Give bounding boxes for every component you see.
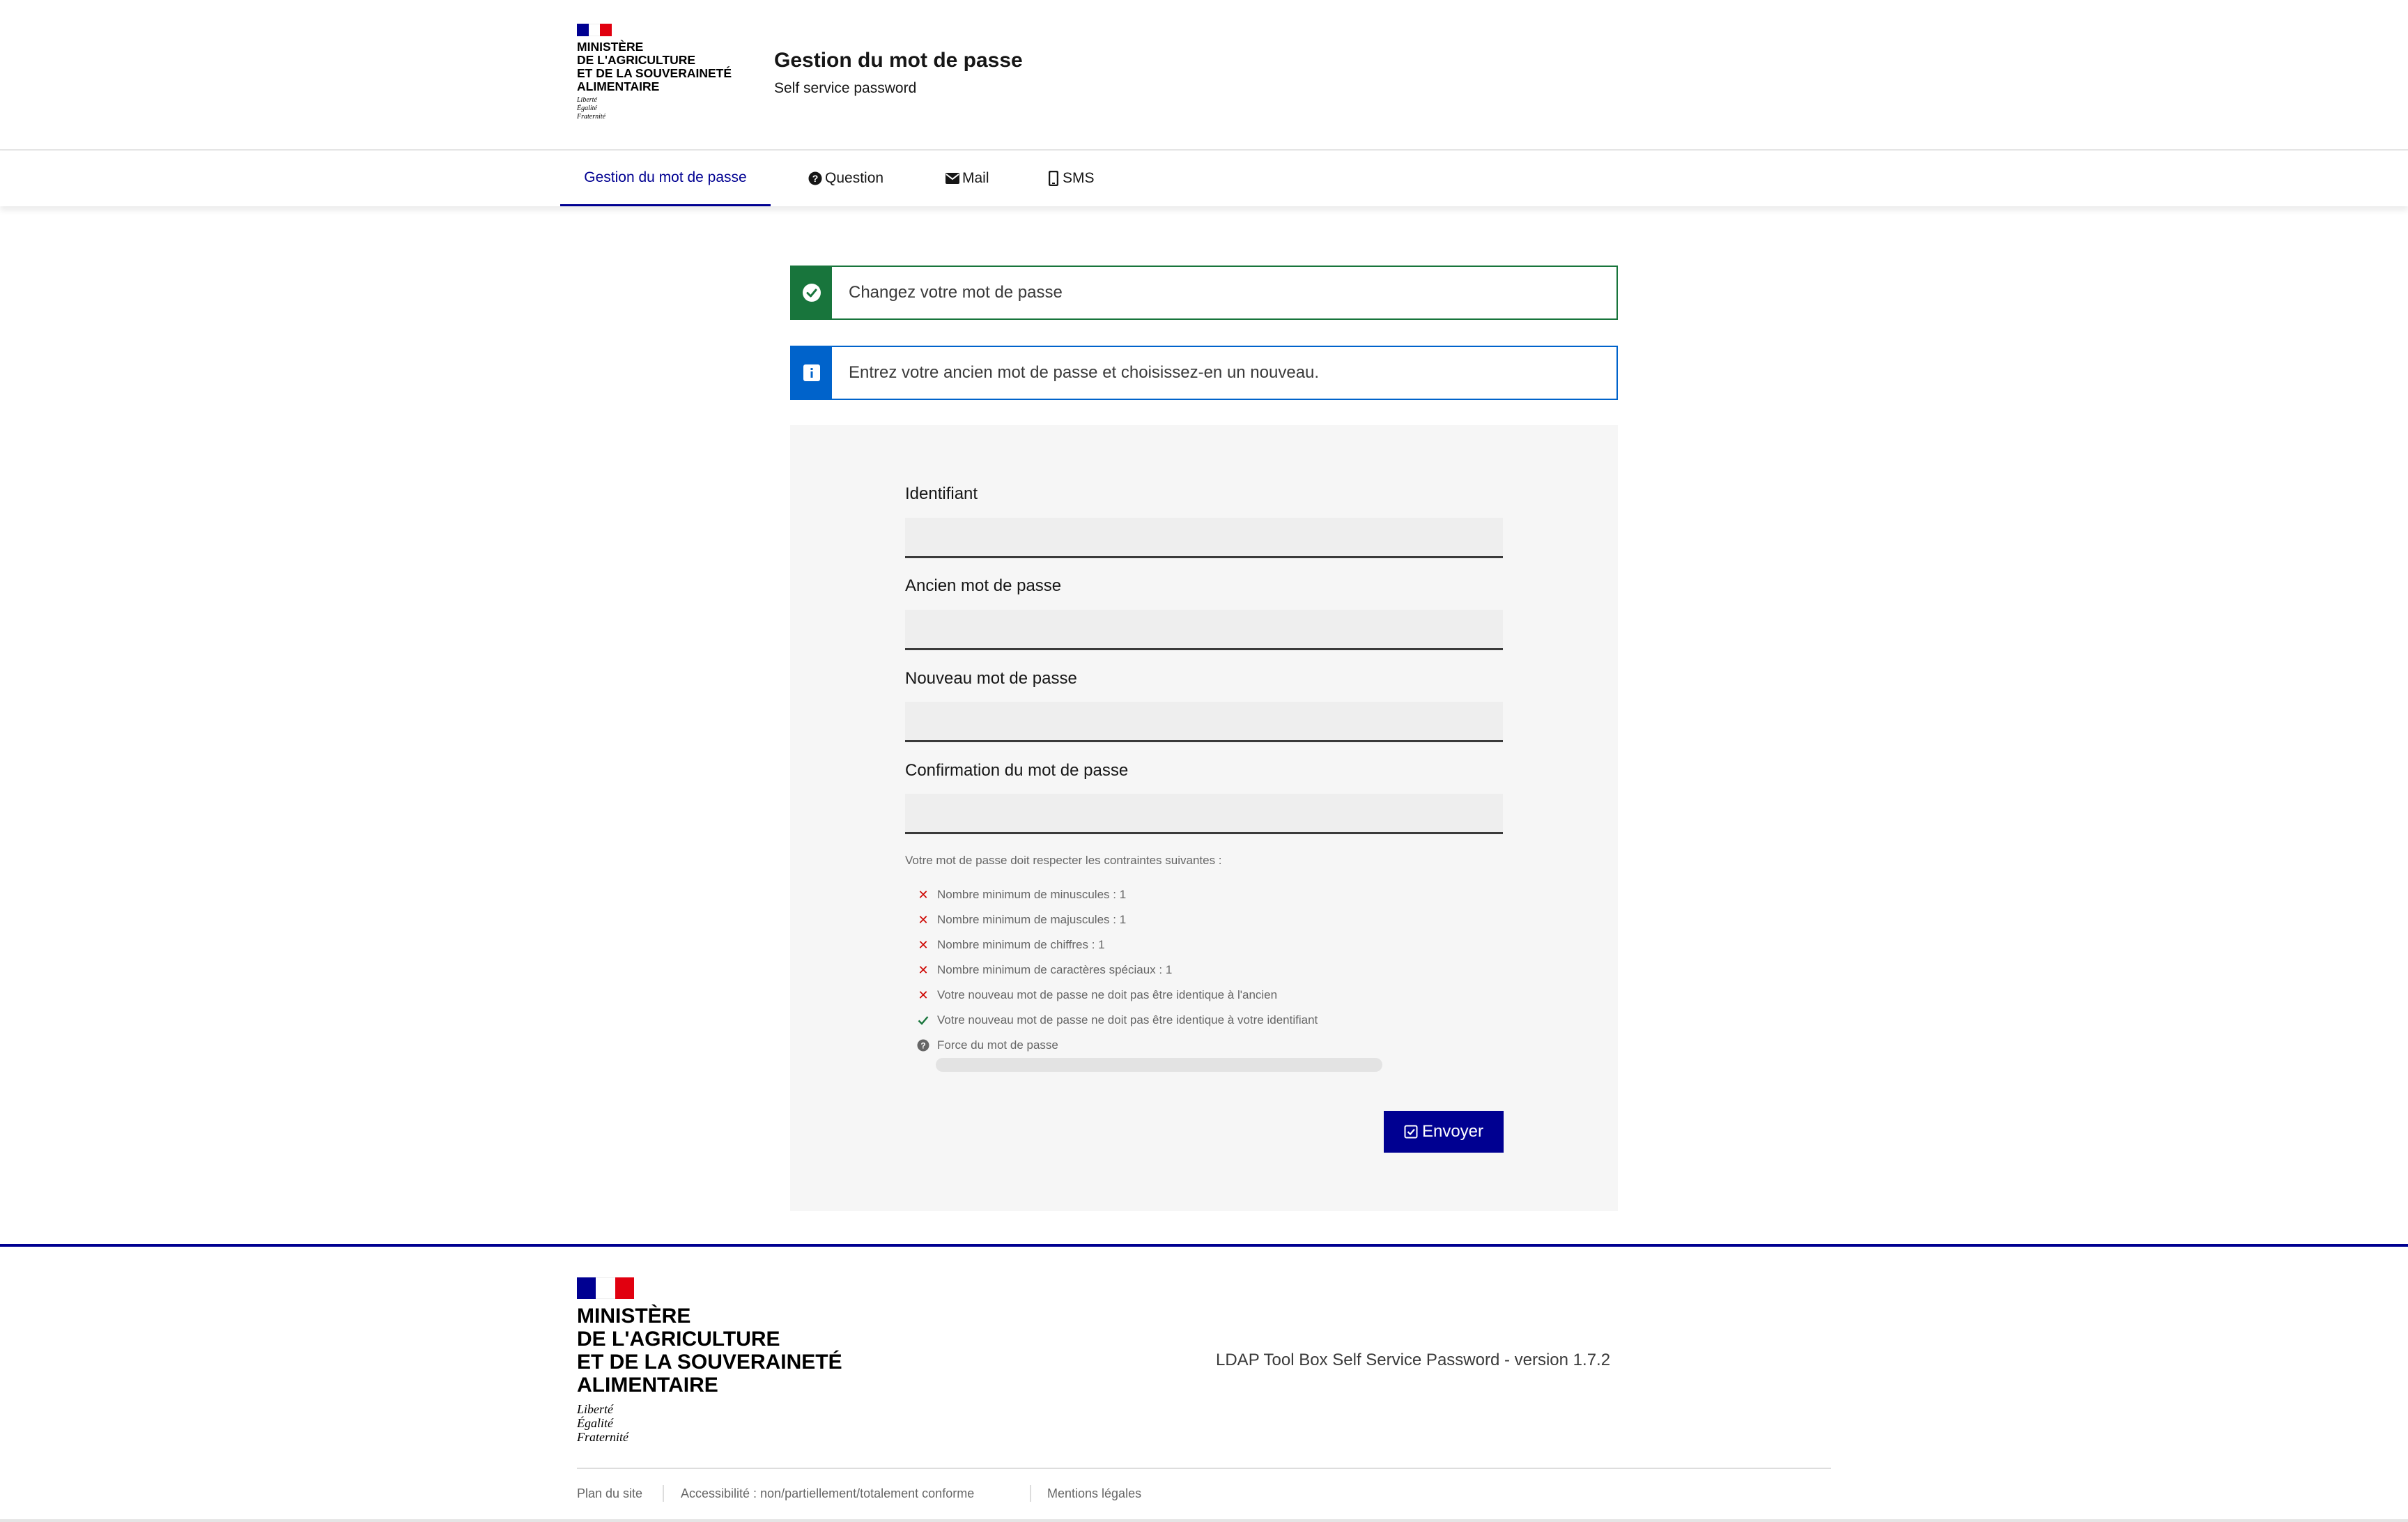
- republic-flag-icon: [577, 1277, 634, 1299]
- tab-label: Question: [825, 170, 884, 186]
- rule-text: Nombre minimum de minuscules : 1: [937, 888, 1127, 901]
- question-circle-icon: ?: [808, 171, 822, 185]
- republic-motto: Liberté Égalité Fraternité: [577, 1402, 628, 1444]
- site-tagline: Self service password: [774, 80, 917, 96]
- version-text: LDAP Tool Box Self Service Password - ve…: [1216, 1351, 1611, 1369]
- cross-icon: ✕: [918, 987, 929, 1002]
- rule-text: Votre nouveau mot de passe ne doit pas ê…: [937, 988, 1278, 1001]
- tab-label: Gestion du mot de passe: [584, 169, 747, 185]
- cross-icon: ✕: [918, 962, 929, 977]
- ministry-name: Ministère de l'Agriculture et de la Souv…: [577, 40, 732, 93]
- check-circle-icon: [792, 267, 832, 318]
- footer-link-separator: [663, 1485, 664, 1502]
- confirm-password-input[interactable]: [905, 794, 1503, 834]
- password-rule: ✕ Votre nouveau mot de passe ne doit pas…: [917, 987, 1277, 1003]
- alert-message: Changez votre mot de passe: [849, 283, 1063, 302]
- cross-icon: ✕: [918, 937, 929, 952]
- username-label: Identifiant: [905, 484, 978, 503]
- rule-text: Nombre minimum de caractères spéciaux : …: [937, 963, 1173, 976]
- republic-motto: Liberté Égalité Fraternité: [577, 96, 606, 121]
- mobile-phone-icon: [1049, 171, 1058, 186]
- footer-top-border: [0, 1244, 2408, 1247]
- alert-message: Entrez votre ancien mot de passe et choi…: [849, 363, 1320, 382]
- check-square-icon: [1404, 1125, 1418, 1139]
- footer-link-legal[interactable]: Mentions légales: [1047, 1486, 1141, 1501]
- password-rules-intro: Votre mot de passe doit respecter les co…: [905, 854, 1222, 867]
- footer-bottom-border: [0, 1519, 2408, 1522]
- rule-text: Force du mot de passe: [937, 1038, 1058, 1052]
- password-rule: ✕ Nombre minimum de minuscules : 1: [917, 887, 1126, 902]
- tab-question[interactable]: ? Question: [808, 151, 883, 206]
- check-icon: [917, 1015, 929, 1025]
- header-logo[interactable]: Ministère de l'Agriculture et de la Souv…: [577, 24, 732, 121]
- submit-label: Envoyer: [1421, 1122, 1484, 1141]
- tab-mail[interactable]: Mail: [946, 151, 989, 206]
- old-password-input[interactable]: [905, 610, 1503, 650]
- rule-text: Nombre minimum de chiffres : 1: [937, 938, 1105, 951]
- rule-text: Nombre minimum de majuscules : 1: [937, 913, 1127, 926]
- info-alert: Entrez votre ancien mot de passe et choi…: [790, 346, 1618, 400]
- footer-link-sitemap[interactable]: Plan du site: [577, 1486, 642, 1501]
- main-navigation: Gestion du mot de passe ? Question Mail …: [0, 151, 2408, 206]
- password-strength-label: ? Force du mot de passe: [917, 1038, 1058, 1053]
- rule-text: Votre nouveau mot de passe ne doit pas ê…: [937, 1013, 1318, 1027]
- password-rule: ✕ Nombre minimum de chiffres : 1: [917, 937, 1105, 953]
- cross-icon: ✕: [918, 912, 929, 927]
- old-password-label: Ancien mot de passe: [905, 576, 1062, 595]
- question-circle-icon: ?: [917, 1039, 929, 1052]
- password-rule: Votre nouveau mot de passe ne doit pas ê…: [917, 1013, 1318, 1028]
- site-header: [0, 0, 2408, 151]
- svg-text:?: ?: [920, 1041, 925, 1051]
- new-password-input[interactable]: [905, 702, 1503, 742]
- tab-sms[interactable]: SMS: [1049, 151, 1095, 206]
- username-input[interactable]: [905, 518, 1503, 558]
- password-strength-meter: [936, 1058, 1382, 1072]
- footer-divider: [577, 1468, 1831, 1469]
- password-rule: ✕ Nombre minimum de caractères spéciaux …: [917, 962, 1172, 978]
- submit-button[interactable]: Envoyer: [1384, 1111, 1504, 1153]
- tab-password-management[interactable]: Gestion du mot de passe: [560, 151, 771, 206]
- footer-link-accessibility[interactable]: Accessibilité : non/partiellement/totale…: [681, 1486, 974, 1501]
- tab-label: Mail: [962, 170, 989, 186]
- tab-label: SMS: [1063, 170, 1095, 186]
- cross-icon: ✕: [918, 887, 929, 902]
- new-password-label: Nouveau mot de passe: [905, 669, 1077, 688]
- site-title[interactable]: Gestion du mot de passe: [774, 49, 1023, 72]
- footer-link-separator: [1030, 1485, 1031, 1502]
- republic-flag-icon: [577, 24, 612, 36]
- svg-text:?: ?: [812, 173, 819, 184]
- confirm-password-label: Confirmation du mot de passe: [905, 761, 1129, 780]
- info-icon: [792, 347, 832, 399]
- password-rule: ✕ Nombre minimum de majuscules : 1: [917, 912, 1126, 928]
- success-alert: Changez votre mot de passe: [790, 266, 1618, 320]
- footer-logo[interactable]: Ministère de l'Agriculture et de la Souv…: [577, 1277, 842, 1444]
- envelope-icon: [946, 173, 959, 184]
- ministry-name: Ministère de l'Agriculture et de la Souv…: [577, 1305, 842, 1397]
